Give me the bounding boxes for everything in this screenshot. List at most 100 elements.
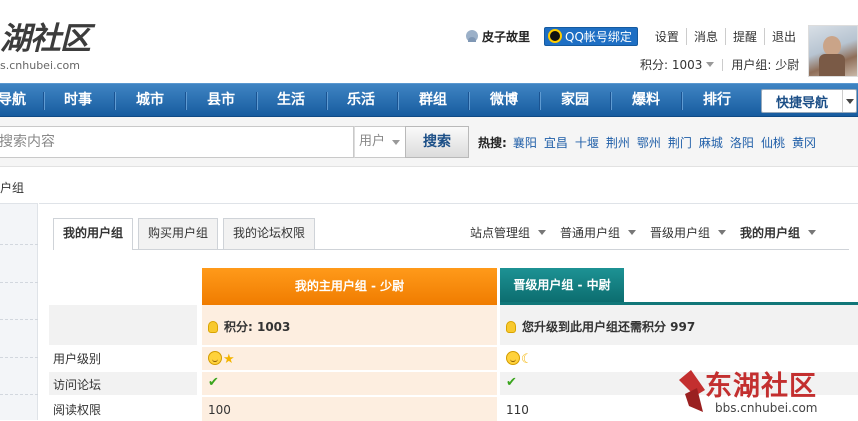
tab-buy-groups[interactable]: 购买用户组 — [138, 218, 219, 249]
sidebar-divider — [0, 319, 38, 320]
nav-divider — [681, 92, 682, 110]
search-type-value: 用户 — [359, 134, 386, 149]
moon-icon: ☾ — [521, 352, 533, 367]
nav-divider — [256, 92, 257, 110]
next-group-header: 晋级用户组 - 中尉 — [500, 268, 624, 302]
user-icon — [466, 30, 478, 42]
nav-divider — [397, 92, 398, 110]
main-nav: 导航 时事 城市 县市 生活 乐活 群组 微博 家园 爆料 排行 快捷导航 — [0, 83, 858, 117]
nav-divider — [539, 92, 540, 110]
divider — [722, 58, 724, 71]
nav-divider — [468, 92, 469, 110]
nav-item-home[interactable]: 家园 — [561, 84, 589, 117]
sidebar-divider — [0, 282, 38, 283]
row-label-access: 访问论坛 — [53, 378, 102, 392]
settings-link[interactable]: 设置 — [648, 28, 686, 45]
nav-item-weibo[interactable]: 微博 — [490, 84, 518, 117]
next-group-header-bar: 晋级用户组 - 中尉 — [500, 268, 858, 305]
check-icon: ✔ — [506, 375, 517, 390]
star-icon: ★ — [223, 352, 235, 367]
hot-search-link[interactable]: 仙桃 — [761, 134, 785, 151]
group-link-promotion[interactable]: 晋级用户组 — [650, 224, 727, 241]
nav-item-guide[interactable]: 导航 — [0, 84, 26, 117]
site-logo[interactable]: 湖社区 — [0, 22, 91, 56]
sidebar-divider — [0, 244, 38, 245]
main-points: 积分: 1003 — [224, 320, 291, 334]
watermark-title: 东湖社区 — [705, 371, 817, 402]
hot-searches: 热搜: 襄阳 宜昌 十堰 荆州 鄂州 荆门 麻城 洛阳 仙桃 黄冈 — [478, 134, 823, 151]
nav-item-ranking[interactable]: 排行 — [703, 84, 731, 117]
nav-item-city[interactable]: 城市 — [136, 84, 164, 117]
tab-underline — [53, 249, 849, 250]
nav-divider — [326, 92, 327, 110]
row-label-read: 阅读权限 — [53, 403, 102, 417]
quick-nav-label: 快捷导航 — [775, 95, 828, 111]
group-link-mine[interactable]: 我的用户组 — [740, 224, 817, 241]
lightbulb-icon — [208, 321, 218, 333]
reminders-link[interactable]: 提醒 — [724, 27, 764, 45]
main-access-cell: ✔ — [202, 372, 497, 395]
main-group-header: 我的主用户组 - 少尉 — [202, 268, 497, 305]
logout-link[interactable]: 退出 — [763, 27, 803, 45]
group-filter-links: 站点管理组 普通用户组 晋级用户组 我的用户组 — [470, 224, 830, 241]
hot-search-link[interactable]: 荆门 — [668, 134, 692, 151]
hot-search-link[interactable]: 鄂州 — [637, 134, 661, 151]
chevron-down-icon — [538, 230, 547, 235]
points-dropdown[interactable]: 积分: 1003 — [640, 56, 702, 73]
nav-divider — [610, 92, 611, 110]
user-stats: 积分: 1003 用户组: 少尉 — [640, 56, 799, 73]
hot-search-link[interactable]: 黄冈 — [792, 134, 816, 151]
group-link-normal[interactable]: 普通用户组 — [560, 224, 637, 241]
qq-penguin-icon — [548, 29, 563, 43]
qq-bind-button[interactable]: QQ帐号绑定 — [544, 26, 638, 46]
lightbulb-icon — [506, 321, 516, 333]
user-group-link[interactable]: 用户组: 少尉 — [731, 56, 799, 73]
site-url: s.cnhubei.com — [0, 59, 80, 72]
hot-search-link[interactable]: 洛阳 — [730, 134, 754, 151]
watermark-url: bbs.cnhubei.com — [715, 401, 818, 415]
row-label-cell — [49, 305, 197, 345]
hot-search-link[interactable]: 宜昌 — [544, 134, 568, 151]
tab-bar: 我的用户组 购买用户组 我的论坛权限 — [53, 218, 320, 250]
hot-search-link[interactable]: 十堰 — [575, 134, 599, 151]
chevron-down-icon — [628, 230, 637, 235]
main-points-cell: 积分: 1003 — [202, 305, 497, 345]
smile-icon — [208, 351, 222, 365]
search-type-select[interactable]: 用户 — [354, 126, 406, 158]
nav-divider — [43, 92, 44, 110]
next-read-value: 110 — [506, 403, 529, 417]
chevron-down-icon — [718, 230, 727, 235]
main-read-value: 100 — [208, 403, 231, 417]
sidebar-divider — [0, 394, 38, 395]
search-button[interactable]: 搜索 — [405, 126, 469, 158]
chevron-down-icon — [392, 140, 400, 145]
hot-search-label: 热搜: — [478, 136, 507, 150]
quick-nav-dropdown[interactable]: 快捷导航 — [761, 89, 857, 113]
nav-item-life[interactable]: 生活 — [277, 84, 305, 117]
hot-search-link[interactable]: 荆州 — [606, 134, 630, 151]
tab-forum-permissions[interactable]: 我的论坛权限 — [223, 218, 316, 249]
hot-search-link[interactable]: 麻城 — [699, 134, 723, 151]
nav-item-county[interactable]: 县市 — [207, 84, 235, 117]
nav-item-leisure[interactable]: 乐活 — [347, 84, 375, 117]
search-bar: 搜索内容 用户 搜索 热搜: 襄阳 宜昌 十堰 荆州 鄂州 荆门 麻城 洛阳 仙… — [0, 117, 858, 167]
search-input[interactable]: 搜索内容 — [0, 126, 354, 158]
sidebar-divider — [0, 357, 38, 358]
tab-my-groups[interactable]: 我的用户组 — [53, 218, 134, 250]
chevron-down-icon[interactable] — [842, 90, 856, 112]
qq-bind-label: QQ帐号绑定 — [565, 29, 632, 44]
chevron-down-icon[interactable] — [706, 62, 715, 67]
breadcrumb: 户组 — [0, 181, 25, 195]
nav-item-news[interactable]: 时事 — [64, 84, 92, 117]
avatar[interactable] — [808, 25, 858, 77]
username-link[interactable]: 皮子故里 — [482, 28, 530, 45]
brand-mark-icon — [679, 370, 705, 412]
left-sidebar — [0, 203, 38, 420]
hot-search-link[interactable]: 襄阳 — [513, 134, 537, 151]
nav-item-groups[interactable]: 群组 — [419, 84, 447, 117]
main-level-cell: ★ — [202, 347, 497, 370]
user-bar: 皮子故里 QQ帐号绑定 设置 消息 提醒 退出 — [466, 26, 803, 46]
nav-item-tips[interactable]: 爆料 — [632, 84, 660, 117]
messages-link[interactable]: 消息 — [685, 27, 725, 45]
group-link-admin[interactable]: 站点管理组 — [470, 224, 547, 241]
